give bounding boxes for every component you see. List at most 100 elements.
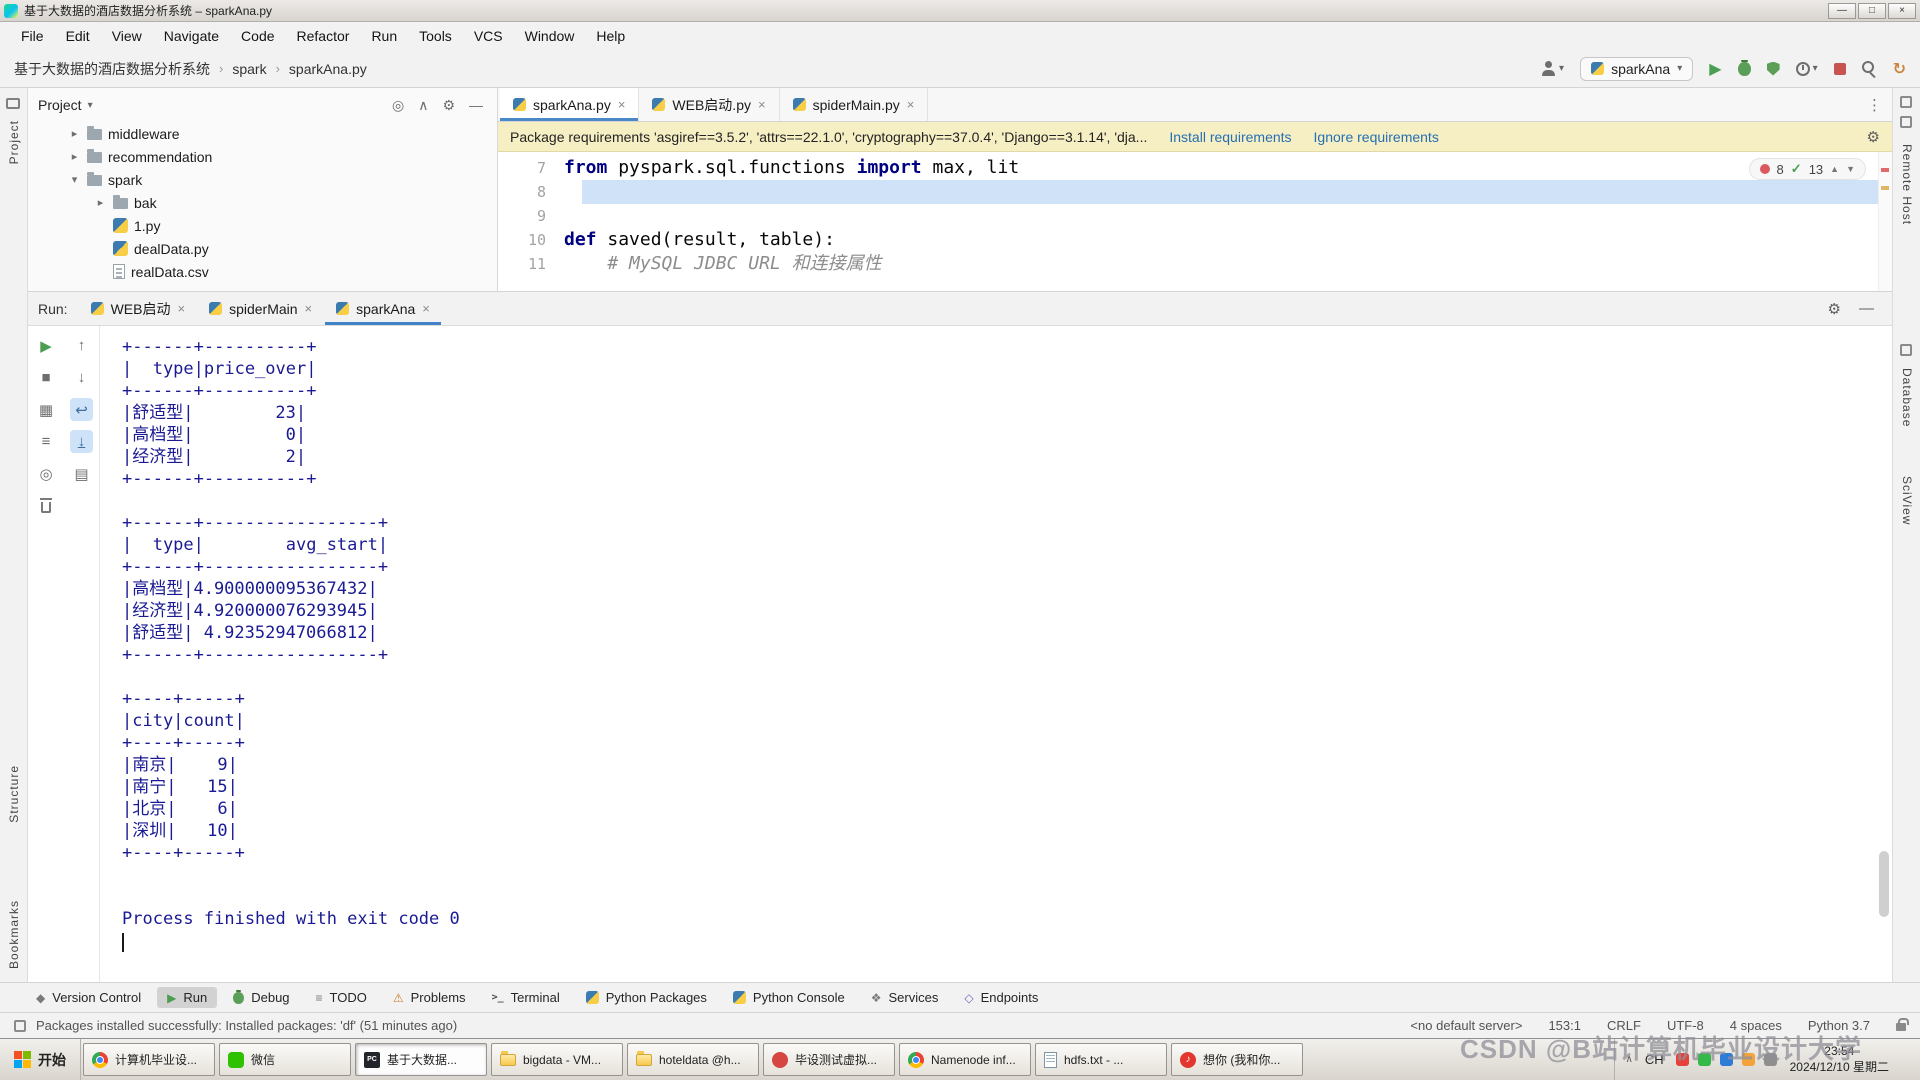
tray-icon[interactable] — [1676, 1053, 1689, 1066]
close-button[interactable]: × — [1888, 3, 1916, 19]
tray-icon[interactable] — [1720, 1053, 1733, 1066]
restore-layout-button[interactable]: ▦ — [35, 398, 58, 421]
sidebar-item-database[interactable]: Database — [1900, 368, 1914, 427]
stop-button[interactable] — [1834, 63, 1846, 75]
code-editor[interactable]: 7 from pyspark.sql.functions import max,… — [498, 152, 1892, 291]
menu-help[interactable]: Help — [585, 22, 636, 50]
chevron-down-icon[interactable]: ▾ — [88, 100, 93, 111]
run-tab-sparkana[interactable]: sparkAna × — [325, 292, 441, 325]
breadcrumb-project[interactable]: 基于大数据的酒店数据分析系统 — [14, 59, 210, 79]
clear-all-button[interactable] — [35, 494, 58, 517]
tree-item-1py[interactable]: 1.py — [28, 214, 497, 237]
chevron-right-icon[interactable]: ▸ — [68, 150, 81, 163]
line-number[interactable]: 9 — [498, 204, 564, 228]
status-default-server[interactable]: <no default server> — [1410, 1018, 1522, 1033]
user-menu-button[interactable]: ▾ — [1541, 61, 1564, 76]
gear-icon[interactable]: ⚙ — [438, 97, 459, 114]
toolwindow-todo[interactable]: ≡ TODO — [306, 987, 377, 1008]
close-icon[interactable]: × — [177, 301, 185, 316]
run-tab-spidermain[interactable]: spiderMain × — [198, 292, 323, 325]
toolwindow-terminal[interactable]: >_ Terminal — [482, 987, 570, 1008]
soft-wrap-button[interactable]: ↩ — [70, 398, 93, 421]
hide-panel-icon[interactable]: — — [1851, 300, 1882, 317]
taskbar-item-wechat[interactable]: 微信 — [219, 1043, 351, 1076]
breadcrumb-folder[interactable]: spark — [232, 61, 266, 77]
banner-settings-icon[interactable]: ⚙ — [1867, 128, 1880, 146]
prev-problem-icon[interactable]: ▲ — [1830, 164, 1839, 174]
tray-icon[interactable] — [1698, 1053, 1711, 1066]
minimize-button[interactable]: — — [1828, 3, 1856, 19]
tree-item-bak[interactable]: ▸ bak — [28, 191, 497, 214]
editor-scrollbar[interactable] — [1878, 152, 1892, 291]
tray-icon[interactable] — [1742, 1053, 1755, 1066]
tab-spidermain[interactable]: spiderMain.py × — [780, 88, 929, 121]
bell-icon[interactable] — [1900, 116, 1912, 128]
close-icon[interactable]: × — [422, 301, 430, 316]
menu-file[interactable]: File — [10, 22, 55, 50]
locate-file-icon[interactable]: ◎ — [388, 97, 408, 114]
install-requirements-link[interactable]: Install requirements — [1169, 129, 1291, 145]
search-everywhere-button[interactable] — [1862, 61, 1877, 76]
menu-vcs[interactable]: VCS — [463, 22, 514, 50]
debug-button[interactable] — [1738, 62, 1751, 76]
line-number[interactable]: 11 — [498, 252, 564, 276]
status-caret-position[interactable]: 153:1 — [1548, 1018, 1581, 1033]
breadcrumb-file[interactable]: sparkAna.py — [289, 61, 367, 77]
menu-edit[interactable]: Edit — [55, 22, 101, 50]
toolwindow-switcher-icon[interactable] — [14, 1020, 26, 1032]
chevron-right-icon[interactable]: ▸ — [94, 196, 107, 209]
scroll-to-end-button[interactable]: ↓ — [70, 430, 93, 453]
toolwindow-debug[interactable]: Debug — [223, 987, 299, 1008]
quick-access-icon[interactable] — [1900, 96, 1912, 108]
taskbar-clock[interactable]: 23:54 2024/12/10 星期二 — [1786, 1044, 1893, 1075]
menu-navigate[interactable]: Navigate — [153, 22, 230, 50]
close-icon[interactable]: × — [618, 97, 626, 112]
print-button[interactable]: ▤ — [70, 462, 93, 485]
tree-item-recommendation[interactable]: ▸ recommendation — [28, 145, 497, 168]
sync-button[interactable]: ↻ — [1893, 59, 1906, 79]
warning-stripe-mark[interactable] — [1881, 186, 1889, 190]
up-stack-trace-button[interactable]: ↑ — [70, 334, 93, 357]
taskbar-item-explorer-bigdata[interactable]: bigdata - VM... — [491, 1043, 623, 1076]
hide-panel-icon[interactable]: — — [465, 97, 487, 113]
inspections-widget[interactable]: 8 ✓ 13 ▲ ▼ — [1749, 158, 1866, 180]
taskbar-item-notepad[interactable]: hdfs.txt - ... — [1035, 1043, 1167, 1076]
line-number[interactable]: 10 — [498, 228, 564, 252]
taskbar-item-music[interactable]: 想你 (我和你... — [1171, 1043, 1303, 1076]
maximize-button[interactable]: □ — [1858, 3, 1886, 19]
status-line-ending[interactable]: CRLF — [1607, 1018, 1641, 1033]
tray-icon[interactable] — [1764, 1053, 1777, 1066]
hidden-icons-chevron-icon[interactable]: ∧ — [1625, 1054, 1632, 1065]
sidebar-item-structure[interactable]: Structure — [7, 765, 21, 823]
next-problem-icon[interactable]: ▼ — [1846, 164, 1855, 174]
sidebar-item-bookmarks[interactable]: Bookmarks — [7, 900, 21, 969]
tab-options-icon[interactable]: ⋮ — [1857, 96, 1892, 114]
sidebar-item-remote-host[interactable]: Remote Host — [1900, 144, 1914, 225]
coverage-button[interactable] — [1767, 62, 1780, 76]
stop-process-button[interactable]: ■ — [35, 366, 58, 389]
taskbar-item-browser[interactable]: 毕设测试虚拟... — [763, 1043, 895, 1076]
close-icon[interactable]: × — [907, 97, 915, 112]
pin-tab-button[interactable]: ◎ — [35, 462, 58, 485]
toolwindow-run[interactable]: ▶ Run — [157, 987, 217, 1008]
project-panel-title[interactable]: Project — [38, 97, 82, 113]
line-number[interactable]: 8 — [498, 180, 564, 204]
console-scrollbar-thumb[interactable] — [1879, 851, 1889, 917]
readonly-lock-icon[interactable] — [1896, 1023, 1906, 1031]
start-button[interactable]: 开始 — [0, 1039, 81, 1080]
status-indent[interactable]: 4 spaces — [1730, 1018, 1782, 1033]
taskbar-item-explorer-hoteldata[interactable]: hoteldata @h... — [627, 1043, 759, 1076]
tree-item-dealdata[interactable]: dealData.py — [28, 237, 497, 260]
profiler-button[interactable]: ▾ — [1796, 62, 1818, 76]
toolwindow-problems[interactable]: ⚠ Problems — [383, 987, 476, 1008]
taskbar-item-pycharm[interactable]: 基于大数据... — [355, 1043, 487, 1076]
down-stack-trace-button[interactable]: ↓ — [70, 366, 93, 389]
ignore-requirements-link[interactable]: Ignore requirements — [1314, 129, 1439, 145]
error-stripe-mark[interactable] — [1881, 168, 1889, 172]
tree-item-realdata[interactable]: realData.csv — [28, 260, 497, 283]
collapse-all-icon[interactable]: ∧ — [414, 97, 432, 114]
chevron-right-icon[interactable]: ▸ — [68, 127, 81, 140]
menu-code[interactable]: Code — [230, 22, 285, 50]
database-icon[interactable] — [1900, 344, 1912, 356]
close-icon[interactable]: × — [305, 301, 313, 316]
